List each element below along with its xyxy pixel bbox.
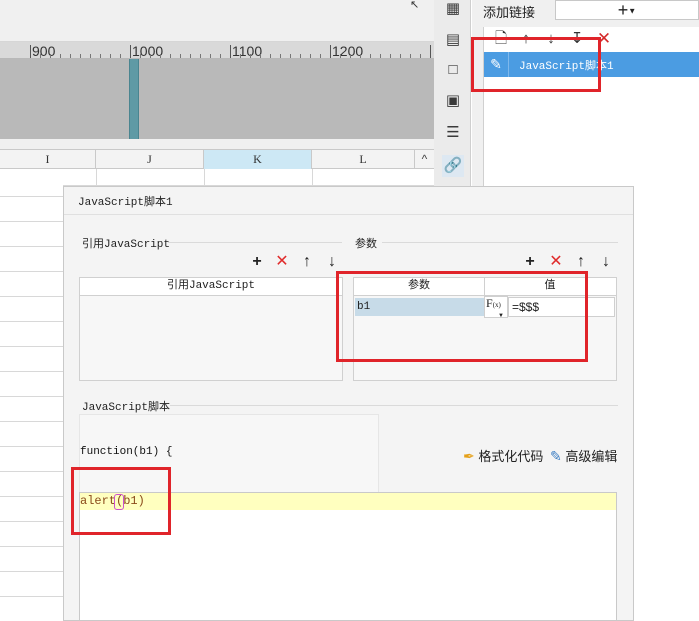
top-toolbar-strip <box>0 0 434 42</box>
row-divider <box>0 371 63 372</box>
delete-ref-button[interactable]: ✕ <box>274 254 290 270</box>
column-divider <box>96 169 97 186</box>
row-divider <box>0 346 63 347</box>
scroll-up-button[interactable]: ^ <box>415 150 434 168</box>
dialog-title: JavaScript脚本1 <box>78 197 173 209</box>
move-ref-down-button[interactable]: ↓ <box>324 254 340 270</box>
row-divider <box>0 271 63 272</box>
plus-icon: + <box>617 0 629 20</box>
move-param-down-button[interactable]: ↓ <box>598 254 614 270</box>
row-divider <box>0 571 63 572</box>
ruler-tick <box>330 45 331 58</box>
row-divider <box>0 496 63 497</box>
row-divider <box>0 296 63 297</box>
add-link-button[interactable]: +▼ <box>555 0 699 20</box>
link-icon[interactable]: 🔗 <box>442 155 464 177</box>
format-code-label: 格式化代码 <box>478 449 544 464</box>
chevron-down-icon: ▼ <box>628 6 637 16</box>
ref-js-column-header: 引用JavaScript <box>80 278 342 296</box>
ref-js-section-title: 引用JavaScript <box>82 239 171 251</box>
timeline-ruler: 900 1000 1100 1200 <box>0 42 434 59</box>
timeline-track[interactable] <box>0 59 434 139</box>
column-header-i[interactable]: I <box>0 150 96 169</box>
add-ref-button[interactable]: + <box>249 254 265 270</box>
row-divider <box>0 321 63 322</box>
format-code-button[interactable]: ✒ 格式化代码 <box>463 446 543 465</box>
row-divider <box>0 246 63 247</box>
column-header-j[interactable]: J <box>96 150 204 169</box>
row-divider <box>0 221 63 222</box>
grid-icon[interactable]: ▦ <box>442 0 464 20</box>
column-divider <box>312 169 313 186</box>
column-header-row: I J K L <box>0 149 434 169</box>
highlight-box <box>336 271 588 362</box>
ruler-label: 900 <box>32 43 56 59</box>
row-divider <box>0 421 63 422</box>
divider <box>382 242 618 243</box>
edit-icon: ✎ <box>550 448 562 464</box>
column-header-l[interactable]: L <box>312 150 415 169</box>
sheet-row-strip[interactable] <box>63 169 434 186</box>
delete-param-button[interactable]: ✕ <box>548 254 564 270</box>
timeline-playhead[interactable] <box>129 59 139 139</box>
rectangle-icon[interactable]: □ <box>442 59 464 81</box>
ref-js-table[interactable]: 引用JavaScript <box>79 277 343 381</box>
info-table-icon[interactable]: ▤ <box>442 29 464 51</box>
ruler-label: 1000 <box>132 43 164 59</box>
brush-icon: ✒ <box>463 448 475 464</box>
highlight-box <box>71 467 171 535</box>
ruler-tick <box>130 45 131 58</box>
ruler-label: 1200 <box>332 43 364 59</box>
add-link-label: 添加链接 <box>483 5 536 20</box>
row-divider <box>0 396 63 397</box>
column-header-k[interactable]: K <box>204 150 312 169</box>
advanced-edit-button[interactable]: ✎ 高级编辑 <box>550 446 617 465</box>
row-divider <box>0 596 63 597</box>
divider <box>168 242 342 243</box>
highlight-box <box>471 37 601 92</box>
params-section-title: 参数 <box>355 239 377 251</box>
move-param-up-button[interactable]: ↑ <box>573 254 589 270</box>
cursor-corner-icon[interactable]: ↖ <box>410 0 424 12</box>
dropdown-box-icon[interactable]: ▣ <box>442 90 464 112</box>
row-divider <box>0 196 63 197</box>
function-signature: function(b1) { <box>80 446 173 458</box>
ruler-label: 1100 <box>232 43 263 59</box>
script-section-title: JavaScript脚本 <box>82 402 171 414</box>
add-param-button[interactable]: + <box>522 254 538 270</box>
sheet-grid[interactable] <box>0 169 63 621</box>
list-icon[interactable]: ☰ <box>442 122 464 144</box>
row-divider <box>0 546 63 547</box>
row-divider <box>0 471 63 472</box>
row-divider <box>0 521 63 522</box>
row-divider <box>0 446 63 447</box>
ruler-tick <box>230 45 231 58</box>
column-divider <box>204 169 205 186</box>
divider <box>64 214 633 215</box>
move-ref-up-button[interactable]: ↑ <box>299 254 315 270</box>
timeline-footer <box>0 139 434 149</box>
advanced-edit-label: 高级编辑 <box>565 449 618 464</box>
ruler-tick <box>430 45 431 58</box>
divider <box>170 405 618 406</box>
ruler-tick <box>30 45 31 58</box>
